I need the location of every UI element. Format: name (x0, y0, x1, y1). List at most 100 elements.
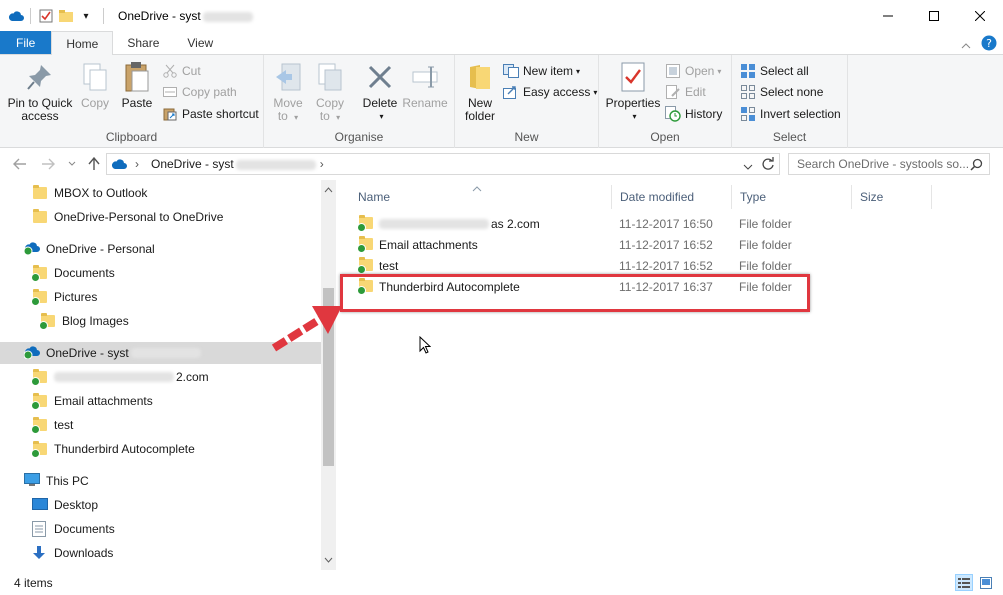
tree-item-test[interactable]: test (31, 414, 73, 436)
tree-item-mbox-to-outlook[interactable]: MBOX to Outlook (32, 182, 147, 204)
navigation-scrollbar[interactable] (321, 180, 336, 570)
tree-item-onedrive-personal[interactable]: OneDrive - Personal (23, 238, 155, 260)
search-icon[interactable] (970, 158, 983, 174)
pin-label-line2: access (21, 109, 59, 123)
properties-qat-icon[interactable] (37, 7, 55, 25)
tree-item-email-attachments[interactable]: Email attachments (31, 390, 153, 412)
column-header-date-label: Date modified (620, 190, 695, 204)
collapse-ribbon-icon[interactable] (961, 38, 971, 52)
tree-item-pictures[interactable]: Pictures (31, 286, 97, 308)
minimize-button[interactable] (865, 0, 911, 32)
new-folder-qat-icon[interactable] (57, 7, 75, 25)
synced-folder-icon (31, 265, 48, 282)
tree-item-this-pc[interactable]: This PC (24, 470, 89, 492)
annotation-arrow-icon (271, 306, 342, 352)
rename-button[interactable]: Rename (402, 61, 448, 110)
up-arrow-icon[interactable] (86, 156, 102, 172)
copy-button[interactable]: Copy (78, 61, 112, 110)
new-folder-button[interactable]: New folder (461, 61, 499, 123)
close-button[interactable] (957, 0, 1003, 32)
file-row[interactable]: Email attachments 11-12-2017 16:52 File … (354, 234, 814, 255)
select-all-button[interactable]: Select all (740, 61, 809, 81)
column-header-type-label: Type (740, 190, 767, 204)
pin-to-quick-access-button[interactable]: Pin to Quick access (6, 61, 74, 123)
paste-shortcut-button[interactable]: Paste shortcut (162, 104, 259, 124)
tree-item-documents[interactable]: Documents (31, 262, 115, 284)
file-row[interactable]: Thunderbird Autocomplete 11-12-2017 16:3… (354, 276, 814, 297)
history-icon (665, 106, 681, 122)
edit-label: Edit (685, 85, 706, 99)
open-group: Properties ▾ Open ▾ Edit History Open (599, 55, 732, 148)
help-icon[interactable]: ? (981, 35, 997, 54)
ribbon-tabs: File Home Share View ? (0, 31, 1003, 55)
scroll-up-icon[interactable] (324, 182, 333, 196)
ribbon-toggles: ? (961, 35, 997, 54)
tab-view[interactable]: View (173, 31, 227, 54)
properties-icon (617, 61, 649, 93)
tree-item-label: This PC (46, 474, 89, 488)
details-view-icon[interactable] (955, 574, 973, 591)
tree-item-label: Documents (54, 522, 115, 536)
cut-button[interactable]: Cut (162, 61, 201, 81)
scroll-down-icon[interactable] (324, 552, 333, 566)
qat-dropdown-icon[interactable]: ▾ (77, 7, 95, 25)
clipboard-group-label: Clipboard (105, 130, 158, 144)
tree-item-blog-images[interactable]: Blog Images (39, 310, 129, 332)
easy-access-label: Easy access (523, 85, 591, 99)
copy-label: Copy (80, 96, 109, 110)
tree-item-label: OneDrive - syst (46, 346, 129, 360)
recent-locations-chevron-icon[interactable] (64, 156, 80, 172)
maximize-button[interactable] (911, 0, 957, 32)
breadcrumb-onedrive[interactable]: OneDrive - syst (151, 157, 316, 171)
tree-item-label: Blog Images (62, 314, 129, 328)
invert-selection-button[interactable]: Invert selection (740, 104, 841, 124)
tab-file[interactable]: File (0, 31, 52, 54)
new-item-button[interactable]: New item ▾ (503, 61, 580, 81)
copy-path-button[interactable]: Copy path (162, 82, 237, 102)
tree-item-pc-documents[interactable]: Documents (32, 518, 115, 540)
delete-dropdown-icon: ▾ (379, 112, 384, 121)
new-folder-label-line2: folder (464, 109, 496, 123)
column-header-type[interactable]: Type (732, 185, 852, 209)
history-button[interactable]: History (665, 104, 722, 124)
easy-access-dropdown-icon: ▾ (593, 87, 598, 97)
tree-item-desktop[interactable]: Desktop (32, 494, 98, 516)
tree-item-thunderbird-autocomplete[interactable]: Thunderbird Autocomplete (31, 438, 195, 460)
large-icons-view-icon[interactable] (977, 574, 995, 591)
file-row[interactable]: test 11-12-2017 16:52 File folder (354, 255, 814, 276)
move-to-button[interactable]: Move to ▾ (272, 61, 304, 124)
column-header-size[interactable]: Size (852, 185, 932, 209)
refresh-icon[interactable] (761, 157, 775, 174)
column-header-name[interactable]: Name (350, 185, 612, 209)
properties-button[interactable]: Properties ▾ (605, 61, 661, 123)
delete-button[interactable]: Delete ▾ (360, 61, 400, 123)
tree-item-label: OneDrive - Personal (46, 242, 155, 256)
tree-item-email-folder[interactable]: 2.com (31, 366, 209, 388)
delete-label: Delete (362, 96, 398, 110)
tree-item-onedrive-personal-to-onedrive[interactable]: OneDrive-Personal to OneDrive (32, 206, 223, 228)
file-date: 11-12-2017 16:50 (619, 216, 713, 231)
select-none-button[interactable]: Select none (740, 82, 823, 102)
column-header-date-modified[interactable]: Date modified (612, 185, 732, 209)
open-button[interactable]: Open ▾ (665, 61, 721, 81)
tab-home[interactable]: Home (51, 31, 114, 55)
column-header-name-label: Name (358, 190, 391, 204)
copy-to-label-line2: to ▾ (319, 109, 341, 123)
forward-arrow-icon[interactable] (40, 156, 56, 172)
paste-button[interactable]: Paste (118, 61, 156, 110)
select-none-icon (740, 84, 756, 100)
folder-icon (32, 209, 48, 225)
back-arrow-icon[interactable] (12, 156, 28, 172)
address-bar[interactable]: › OneDrive - syst › (106, 153, 780, 175)
select-group: Select all Select none Invert selection … (732, 55, 848, 148)
copy-to-button[interactable]: Copy to ▾ (314, 61, 346, 124)
tree-item-label: Documents (54, 266, 115, 280)
organise-group-label: Organise (334, 130, 384, 144)
file-row[interactable]: as 2.com 11-12-2017 16:50 File folder (354, 213, 814, 234)
edit-button[interactable]: Edit (665, 82, 706, 102)
tab-share[interactable]: Share (113, 31, 173, 54)
tree-item-downloads[interactable]: Downloads (32, 542, 113, 564)
address-dropdown-icon[interactable] (743, 159, 753, 173)
search-box[interactable]: Search OneDrive - systools so... (788, 153, 990, 175)
easy-access-button[interactable]: Easy access ▾ (503, 82, 597, 102)
